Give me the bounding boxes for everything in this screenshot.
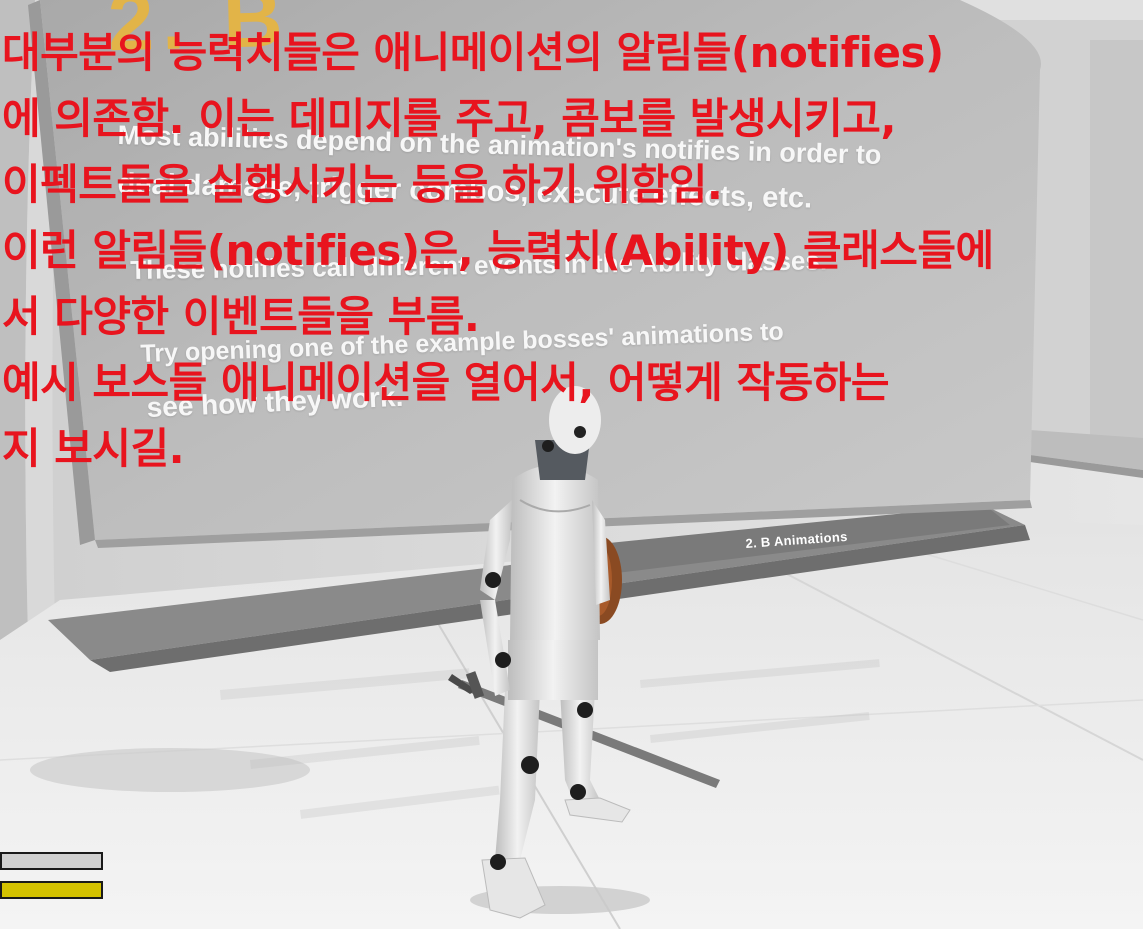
subtitle-line: 예시 보스들 애니메이션을 열어서, 어떻게 작동하는	[2, 358, 890, 407]
stamina-bar	[0, 881, 103, 899]
subtitle-line: 서 다양한 이벤트들을 부름.	[2, 292, 480, 341]
translation-subtitles: 대부분의 능력치들은 애니메이션의 알림들(notifies) 에 의존함. 이…	[2, 20, 1143, 482]
health-bar-fill	[2, 854, 101, 868]
subtitle-line: 이런 알림들(notifies)은, 능력치(Ability) 클래스들에	[2, 226, 994, 275]
subtitle-line: 이펙트들을 실행시키는 등을 하기 위함임.	[2, 160, 723, 209]
stamina-bar-fill	[2, 883, 101, 897]
subtitle-line: 지 보시길.	[2, 424, 185, 473]
health-bar	[0, 852, 103, 870]
subtitle-line: 대부분의 능력치들은 애니메이션의 알림들(notifies)	[2, 28, 944, 77]
subtitle-line: 에 의존함. 이는 데미지를 주고, 콤보를 발생시키고,	[2, 94, 896, 143]
